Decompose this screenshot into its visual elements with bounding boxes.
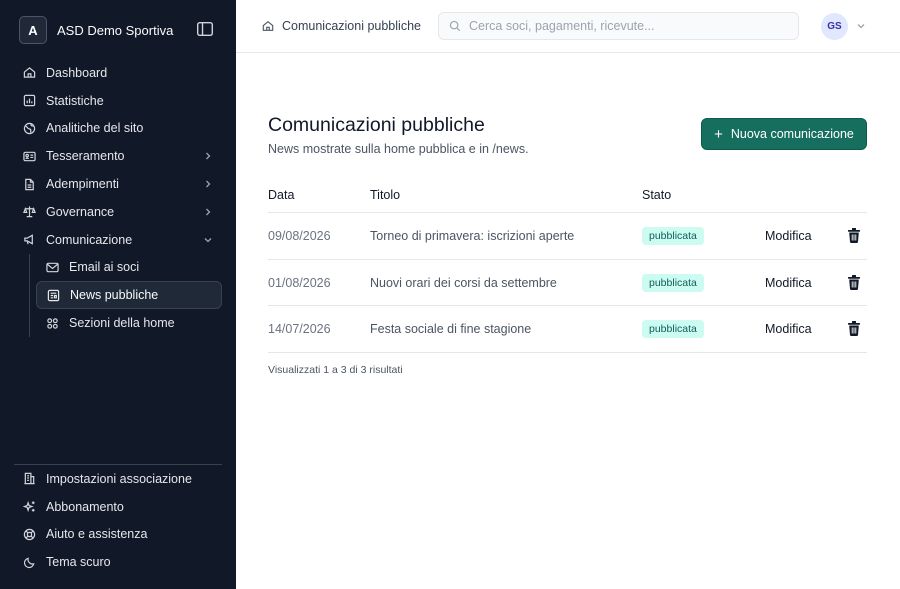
trash-icon[interactable]: [848, 321, 860, 336]
newspaper-icon: [47, 289, 60, 301]
moon-icon: [23, 557, 35, 568]
row-date: 09/08/2026: [268, 229, 331, 243]
brand-logo: A: [19, 16, 47, 44]
row-title: Torneo di primavera: iscrizioni aperte: [370, 229, 575, 243]
home-icon: [262, 20, 274, 31]
results-count: Visualizzati 1 a 3 di 3 risultati: [268, 364, 403, 376]
communications-table: Data Titolo Stato 09/08/2026 Torneo di p…: [268, 177, 867, 353]
mail-icon: [46, 262, 59, 273]
sidebar-item-news-pubbliche[interactable]: News pubbliche: [36, 281, 222, 310]
table-row: 09/08/2026 Torneo di primavera: iscrizio…: [268, 213, 867, 260]
sidebar-item-abbonamento[interactable]: Abbonamento: [14, 493, 222, 521]
sidebar-item-email-soci[interactable]: Email ai soci: [36, 254, 222, 282]
document-icon: [25, 178, 34, 190]
sidebar-item-impostazioni[interactable]: Impostazioni associazione: [14, 465, 222, 493]
sidebar-item-adempimenti[interactable]: Adempimenti: [14, 170, 222, 198]
chevron-down-icon[interactable]: [856, 21, 866, 31]
table-row: 01/08/2026 Nuovi orari dei corsi da sett…: [268, 260, 867, 306]
grid-icon: [47, 317, 58, 329]
edit-link[interactable]: Modifica: [765, 322, 812, 336]
sidebar: A ASD Demo Sportiva Dashboard Statistich…: [0, 0, 236, 589]
status-badge: pubblicata: [642, 273, 704, 292]
sidebar-item-statistiche[interactable]: Statistiche: [14, 87, 222, 115]
search-icon: [449, 20, 461, 32]
chart-icon: [23, 94, 36, 107]
lifebuoy-icon: [23, 528, 36, 541]
sidebar-item-label: Abbonamento: [46, 499, 124, 514]
comunicazione-subnav: Email ai soci News pubbliche Sezioni del…: [14, 253, 222, 337]
row-date: 01/08/2026: [268, 275, 331, 290]
column-header-title: Titolo: [370, 188, 401, 202]
sidebar-item-comunicazione[interactable]: Comunicazione: [14, 226, 222, 254]
new-communication-button[interactable]: + Nuova comunicazione: [701, 118, 867, 150]
search-input[interactable]: [469, 19, 769, 33]
page-subtitle: News mostrate sulla home pubblica e in /…: [268, 142, 529, 156]
trash-icon[interactable]: [848, 274, 860, 290]
chevron-right-icon: [206, 180, 211, 188]
sidebar-item-label: Statistiche: [46, 93, 104, 108]
chevron-down-icon: [204, 237, 212, 243]
subnav-guide-line: [29, 253, 30, 337]
building-icon: [24, 473, 35, 485]
status-badge: pubblicata: [642, 227, 704, 245]
breadcrumb-label: Comunicazioni pubbliche: [282, 19, 421, 33]
chevron-right-icon: [206, 152, 211, 160]
row-title: Nuovi orari dei corsi da settembre: [370, 275, 557, 290]
new-communication-label: Nuova comunicazione: [730, 127, 854, 141]
sidebar-item-sezioni-home[interactable]: Sezioni della home: [36, 309, 222, 337]
table-row: 14/07/2026 Festa sociale di fine stagion…: [268, 306, 867, 353]
brand-name: ASD Demo Sportiva: [57, 22, 174, 38]
sidebar-item-dashboard[interactable]: Dashboard: [14, 59, 222, 87]
table-header: Data Titolo Stato: [268, 177, 867, 213]
sidebar-item-tema-scuro[interactable]: Tema scuro: [14, 548, 222, 576]
search-box[interactable]: [438, 12, 799, 40]
brand[interactable]: A ASD Demo Sportiva: [19, 16, 173, 44]
edit-link[interactable]: Modifica: [765, 276, 812, 290]
page-title: Comunicazioni pubbliche: [268, 114, 485, 136]
sidebar-item-label: Analitiche del sito: [46, 121, 144, 136]
home-icon: [23, 67, 36, 79]
sidebar-item-analitiche[interactable]: Analitiche del sito: [14, 115, 222, 143]
sidebar-item-label: Aiuto e assistenza: [46, 527, 148, 542]
chevron-right-icon: [206, 208, 211, 216]
row-date: 14/07/2026: [268, 322, 331, 336]
edit-link[interactable]: Modifica: [765, 229, 812, 243]
sparkles-icon: [23, 501, 35, 513]
topbar: Comunicazioni pubbliche GS: [236, 0, 900, 53]
globe-icon: [23, 122, 36, 135]
column-header-state: Stato: [642, 188, 672, 202]
id-card-icon: [23, 151, 36, 162]
sidebar-item-label: Dashboard: [46, 65, 108, 80]
sidebar-item-label: Tesseramento: [46, 149, 125, 164]
sidebar-item-governance[interactable]: Governance: [14, 198, 222, 226]
sidebar-bottom-nav: Impostazioni associazione Abbonamento Ai…: [14, 465, 222, 576]
sidebar-item-tesseramento[interactable]: Tesseramento: [14, 142, 222, 170]
sidebar-item-aiuto[interactable]: Aiuto e assistenza: [14, 521, 222, 549]
status-badge: pubblicata: [642, 320, 704, 338]
sidebar-item-label: News pubbliche: [70, 288, 159, 303]
breadcrumb[interactable]: Comunicazioni pubbliche: [262, 19, 421, 33]
sidebar-item-label: Governance: [46, 204, 115, 219]
scale-icon: [23, 206, 36, 218]
row-title: Festa sociale di fine stagione: [370, 322, 532, 336]
sidebar-item-label: Impostazioni associazione: [46, 471, 192, 486]
sidebar-item-label: Sezioni della home: [69, 316, 175, 331]
sidebar-item-label: Email ai soci: [69, 260, 140, 275]
plus-icon: +: [714, 125, 723, 143]
avatar[interactable]: GS: [821, 13, 848, 40]
sidebar-item-label: Adempimenti: [46, 177, 119, 192]
sidebar-toggle-icon[interactable]: [197, 22, 213, 36]
trash-icon[interactable]: [848, 228, 860, 243]
sidebar-item-label: Comunicazione: [46, 232, 133, 247]
column-header-date: Data: [268, 188, 295, 202]
sidebar-item-label: Tema scuro: [46, 555, 111, 570]
megaphone-icon: [24, 234, 33, 245]
sidebar-nav: Dashboard Statistiche Analitiche del sit…: [14, 59, 222, 337]
